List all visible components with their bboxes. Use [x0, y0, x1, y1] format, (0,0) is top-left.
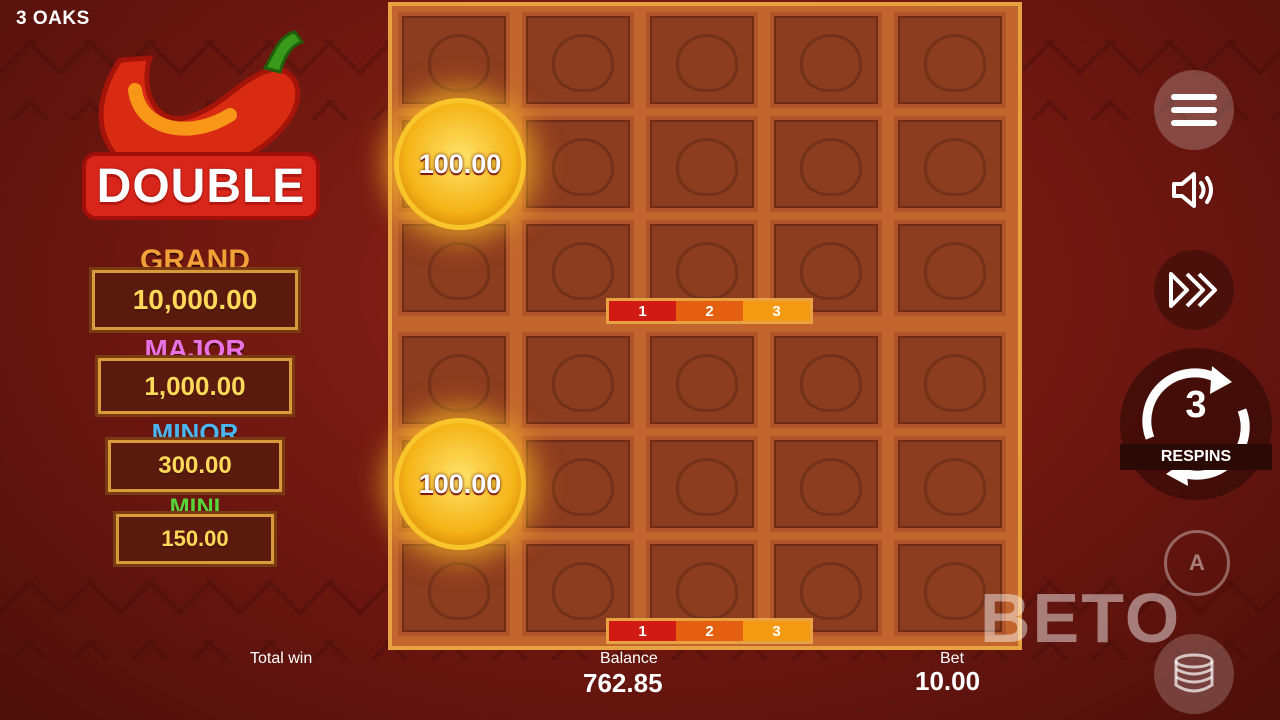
- meter-step: 2: [676, 301, 743, 321]
- reel-cell: [646, 12, 758, 108]
- turbo-button[interactable]: [1154, 250, 1234, 330]
- bonus-coin-top: 100.00: [394, 98, 526, 230]
- jackpot-grand-value: 10,000.00: [89, 267, 301, 333]
- fast-forward-icon: [1169, 272, 1217, 308]
- meter-step: 3: [743, 301, 810, 321]
- reel-cell: [770, 332, 882, 428]
- meter-step: 1: [609, 301, 676, 321]
- reel-cell: [770, 116, 882, 212]
- respins-label: RESPINS: [1120, 444, 1272, 470]
- autoplay-icon: A: [1189, 550, 1205, 575]
- reel-cell: [522, 116, 634, 212]
- balance-value: 762.85: [583, 668, 663, 698]
- reel-cell: [646, 332, 758, 428]
- reel-cell: [398, 12, 510, 108]
- jackpot-major: MAJOR 1,000.00: [95, 334, 295, 417]
- reel-cell: [646, 116, 758, 212]
- respins-count: 3: [1185, 384, 1207, 426]
- jackpot-mini: MINI 150.00: [113, 494, 277, 567]
- jackpot-major-value: 1,000.00: [95, 355, 295, 417]
- reel-cell: [398, 540, 510, 636]
- balance-label: Balance: [600, 650, 658, 667]
- jackpot-mini-value: 150.00: [113, 511, 277, 567]
- reel-cell: [522, 436, 634, 532]
- watermark-logo: BETO: [980, 579, 1182, 657]
- bonus-coin-bottom: 100.00: [394, 418, 526, 550]
- reel-cell: [398, 332, 510, 428]
- coin-value: 100.00: [418, 148, 502, 179]
- reel-cell: [770, 12, 882, 108]
- jackpot-minor-value: 300.00: [105, 437, 285, 495]
- reels-board: 1 2 3 1 2 3: [388, 2, 1022, 650]
- menu-button[interactable]: [1154, 70, 1234, 150]
- respins-counter: 3 RESPINS: [1120, 348, 1272, 500]
- reel-cell: [894, 436, 1006, 532]
- meter-step: 3: [743, 621, 810, 641]
- reel-cell: [894, 116, 1006, 212]
- reel-cell: [894, 332, 1006, 428]
- total-win-label: Total win: [250, 650, 313, 667]
- meter-step: 1: [609, 621, 676, 641]
- meter-step: 2: [676, 621, 743, 641]
- sound-button[interactable]: [1160, 160, 1228, 220]
- jackpot-minor: MINOR 300.00: [105, 418, 285, 495]
- speaker-icon: [1172, 172, 1213, 208]
- respin-meter-bottom: 1 2 3: [606, 618, 813, 644]
- reel-cell: [646, 436, 758, 532]
- reel-cell: [398, 220, 510, 316]
- jackpot-grand: GRAND 10,000.00: [89, 244, 301, 333]
- reel-cell: [522, 12, 634, 108]
- bet-value: 10.00: [915, 666, 981, 696]
- hamburger-icon: [1171, 94, 1217, 126]
- reel-cell: [522, 332, 634, 428]
- respin-meter-top: 1 2 3: [606, 298, 813, 324]
- reel-cell: [894, 12, 1006, 108]
- brand-label: 3 OAKS: [16, 8, 90, 29]
- game-title: DOUBLE: [82, 152, 320, 220]
- reel-cell: [770, 436, 882, 532]
- reel-cell: [894, 220, 1006, 316]
- coin-value: 100.00: [418, 468, 502, 499]
- coins-stack-icon: [1174, 653, 1214, 693]
